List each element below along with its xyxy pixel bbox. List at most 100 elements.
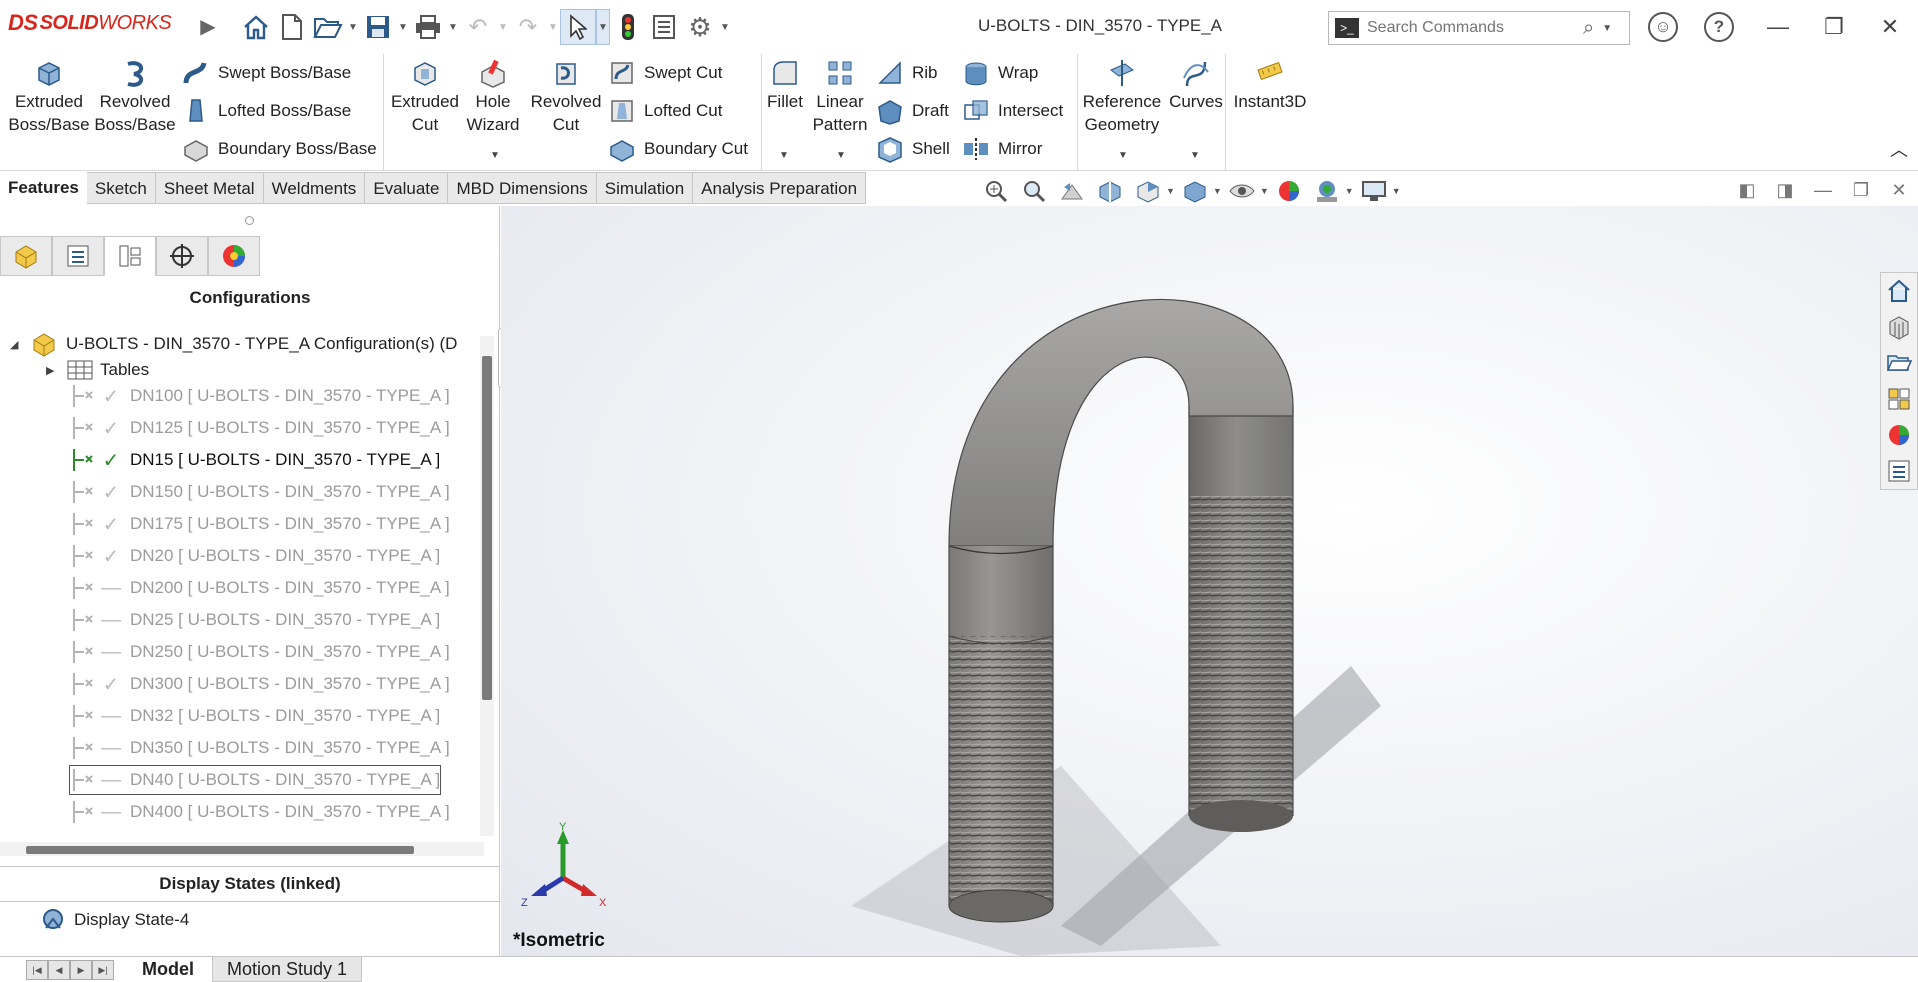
help-icon[interactable]: ? (1704, 12, 1734, 42)
model-tab[interactable]: Model (128, 957, 208, 982)
reference-triad[interactable]: Y X Z (519, 822, 609, 912)
undo-dropdown-arrow-icon[interactable]: ▼ (496, 22, 510, 33)
configuration-row[interactable]: — DN250 [ U-BOLTS - DIN_3570 - TYPE_A ] (70, 638, 450, 666)
configuration-manager-tab-icon[interactable] (104, 236, 156, 276)
configuration-row[interactable]: ✓ DN150 [ U-BOLTS - DIN_3570 - TYPE_A ] (70, 478, 450, 506)
configuration-row[interactable]: ✓ DN125 [ U-BOLTS - DIN_3570 - TYPE_A ] (70, 414, 450, 442)
previous-tab-arrow-icon[interactable]: ◀ (48, 960, 70, 980)
redo-icon[interactable]: ↷ (510, 9, 546, 45)
view-orientation-dropdown-arrow-icon[interactable]: ▼ (1166, 186, 1175, 196)
collapse-ribbon-chevron-icon[interactable]: ︿ (1890, 136, 1908, 162)
fillet-dropdown-arrow-icon[interactable]: ▼ (779, 150, 789, 161)
select-pointer-icon[interactable] (560, 9, 596, 45)
view-palette-icon[interactable] (1881, 381, 1917, 417)
configuration-row[interactable]: ✓ DN100 [ U-BOLTS - DIN_3570 - TYPE_A ] (70, 382, 450, 410)
hole-wizard-button[interactable]: Hole Wizard (460, 58, 526, 136)
search-icon[interactable]: ⌕ (1583, 17, 1594, 40)
close-icon[interactable]: ✕ (1862, 8, 1918, 46)
dimxpert-manager-tab-icon[interactable] (156, 236, 208, 276)
configuration-row[interactable]: — DN350 [ U-BOLTS - DIN_3570 - TYPE_A ] (70, 734, 450, 762)
expand-menu-arrow-icon[interactable]: ▶ (190, 8, 226, 44)
print-dropdown-arrow-icon[interactable]: ▼ (446, 22, 460, 33)
configuration-row[interactable]: ✓ DN15 [ U-BOLTS - DIN_3570 - TYPE_A ] (70, 446, 440, 474)
tab-weldments[interactable]: Weldments (263, 172, 366, 204)
configuration-root-row[interactable]: ◢ U-BOLTS - DIN_3570 - TYPE_A Configurat… (10, 330, 457, 358)
reference-geometry-dropdown-arrow-icon[interactable]: ▼ (1118, 150, 1128, 161)
first-tab-arrow-icon[interactable]: |◀ (26, 960, 48, 980)
mirror-button[interactable]: Mirror (962, 134, 1042, 164)
apply-scene-icon[interactable] (1313, 179, 1341, 203)
solidworks-logo[interactable]: DS SOLID WORKS (8, 10, 172, 36)
restore-icon[interactable]: ❐ (1806, 8, 1862, 46)
search-dropdown-arrow-icon[interactable]: ▼ (1602, 23, 1612, 34)
options-gear-icon[interactable]: ⚙ (682, 9, 718, 45)
zoom-to-fit-icon[interactable] (982, 179, 1010, 203)
redo-dropdown-arrow-icon[interactable]: ▼ (546, 22, 560, 33)
design-library-icon[interactable] (1881, 309, 1917, 345)
display-manager-tab-icon[interactable] (208, 236, 260, 276)
tab-sketch[interactable]: Sketch (86, 172, 156, 204)
fillet-button[interactable]: Fillet (762, 58, 808, 113)
appearances-scenes-icon[interactable] (1881, 417, 1917, 453)
rebuild-traffic-light-icon[interactable] (610, 9, 646, 45)
new-document-icon[interactable] (274, 9, 310, 45)
view-settings-monitor-icon[interactable] (1360, 179, 1388, 203)
draft-button[interactable]: Draft (876, 96, 949, 126)
next-tab-arrow-icon[interactable]: ▶ (70, 960, 92, 980)
file-explorer-icon[interactable] (1881, 345, 1917, 381)
rib-button[interactable]: Rib (876, 58, 938, 88)
save-dropdown-arrow-icon[interactable]: ▼ (396, 22, 410, 33)
edit-appearance-icon[interactable] (1275, 179, 1303, 203)
user-account-icon[interactable]: ☺ (1648, 12, 1678, 42)
intersect-button[interactable]: Intersect (962, 96, 1063, 126)
open-dropdown-arrow-icon[interactable]: ▼ (346, 22, 360, 33)
tab-sheet-metal[interactable]: Sheet Metal (155, 172, 264, 204)
curves-button[interactable]: Curves (1168, 58, 1224, 113)
section-view-icon[interactable] (1096, 179, 1124, 203)
panel-handle[interactable] (245, 216, 254, 225)
tile-left-icon[interactable]: ◧ (1728, 178, 1766, 202)
search-commands-box[interactable]: >_ ⌕ ▼ (1328, 11, 1630, 45)
linear-pattern-dropdown-arrow-icon[interactable]: ▼ (836, 150, 846, 161)
boundary-boss-button[interactable]: Boundary Boss/Base (182, 134, 377, 164)
view-settings-dropdown-arrow-icon[interactable]: ▼ (1392, 186, 1401, 196)
display-style-dropdown-arrow-icon[interactable]: ▼ (1213, 186, 1222, 196)
custom-properties-icon[interactable] (1881, 453, 1917, 489)
curves-dropdown-arrow-icon[interactable]: ▼ (1190, 150, 1200, 161)
undo-icon[interactable]: ↶ (460, 9, 496, 45)
revolved-boss-button[interactable]: Revolved Boss/Base (94, 58, 176, 136)
motion-study-tab[interactable]: Motion Study 1 (212, 957, 363, 982)
search-input[interactable] (1367, 19, 1581, 37)
lofted-cut-button[interactable]: Lofted Cut (608, 96, 722, 126)
file-properties-icon[interactable] (646, 9, 682, 45)
shell-button[interactable]: Shell (876, 134, 950, 164)
boundary-cut-button[interactable]: Boundary Cut (608, 134, 748, 164)
lofted-boss-button[interactable]: Lofted Boss/Base (182, 96, 351, 126)
revolved-cut-button[interactable]: Revolved Cut (528, 58, 604, 136)
hole-wizard-dropdown-arrow-icon[interactable]: ▼ (490, 150, 500, 161)
tab-mbd-dimensions[interactable]: MBD Dimensions (448, 172, 597, 204)
hide-show-items-icon[interactable] (1228, 179, 1256, 203)
last-tab-arrow-icon[interactable]: ▶| (92, 960, 114, 980)
tables-row[interactable]: ▶ Tables (46, 356, 149, 384)
display-state-item[interactable]: Display State-4 (40, 906, 189, 934)
tile-right-icon[interactable]: ◨ (1766, 178, 1804, 202)
home-icon[interactable] (238, 9, 274, 45)
configuration-row[interactable]: ✓ DN20 [ U-BOLTS - DIN_3570 - TYPE_A ] (70, 542, 440, 570)
instant3d-button[interactable]: Instant3D (1232, 58, 1308, 113)
configuration-row[interactable]: ✓ DN300 [ U-BOLTS - DIN_3570 - TYPE_A ] (70, 670, 450, 698)
u-bolt-model[interactable] (501, 206, 1918, 958)
hide-show-dropdown-arrow-icon[interactable]: ▼ (1260, 186, 1269, 196)
linear-pattern-button[interactable]: Linear Pattern (808, 58, 872, 136)
feature-manager-tab-icon[interactable] (0, 236, 52, 276)
tab-features[interactable]: Features (0, 172, 87, 204)
select-dropdown-arrow-icon[interactable]: ▼ (596, 9, 610, 45)
configuration-row[interactable]: — DN32 [ U-BOLTS - DIN_3570 - TYPE_A ] (70, 702, 440, 730)
configuration-row[interactable]: — DN200 [ U-BOLTS - DIN_3570 - TYPE_A ] (70, 574, 450, 602)
wrap-button[interactable]: Wrap (962, 58, 1038, 88)
display-style-icon[interactable] (1181, 179, 1209, 203)
configuration-row[interactable]: ✓ DN175 [ U-BOLTS - DIN_3570 - TYPE_A ] (70, 510, 450, 538)
reference-geometry-button[interactable]: Reference Geometry (1080, 58, 1164, 136)
viewport-restore-icon[interactable]: ❐ (1842, 178, 1880, 202)
collapse-root-arrow-icon[interactable]: ◢ (10, 338, 24, 351)
